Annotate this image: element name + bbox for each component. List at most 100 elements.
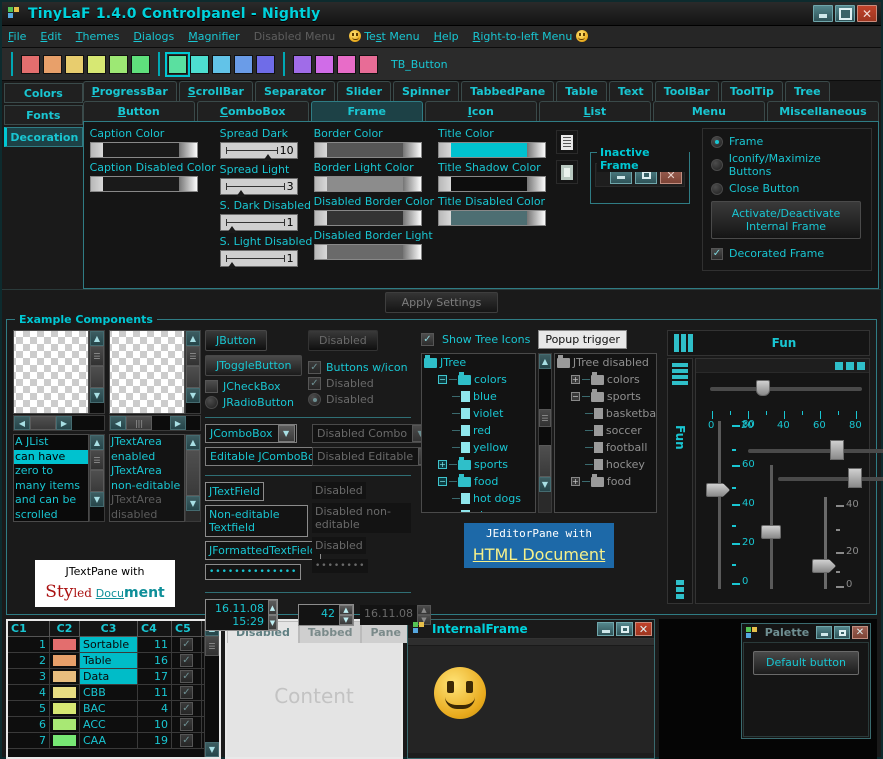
scroll-up-icon[interactable]: ▲ bbox=[186, 331, 200, 346]
scrollbar-thumb[interactable]: ☰ bbox=[186, 346, 200, 366]
hscrollbar-thumb[interactable] bbox=[30, 416, 56, 430]
jtree-enabled[interactable]: JTree − colors blue violet red yellow + sports − f… bbox=[421, 353, 536, 513]
internal-frame-titlebar[interactable]: InternalFrame ✕ bbox=[408, 620, 654, 638]
radio-frame-row[interactable]: Frame bbox=[711, 135, 863, 148]
cell-c5[interactable]: ✓ bbox=[172, 701, 202, 716]
tab-progressbar[interactable]: ProgressBar bbox=[82, 81, 177, 101]
toolbar-swatch[interactable] bbox=[131, 54, 150, 74]
slider-thumb[interactable] bbox=[756, 380, 770, 396]
scrollbar-thumb[interactable]: ☰ bbox=[90, 450, 104, 470]
scrollbar-track[interactable] bbox=[90, 403, 104, 413]
hscrollbar-track[interactable] bbox=[72, 416, 104, 430]
jradiobutton[interactable] bbox=[205, 396, 218, 409]
title-shadow-color-swatch[interactable] bbox=[438, 176, 546, 192]
number-spinner[interactable]: 42 ▲ ▼ bbox=[297, 604, 354, 626]
vertical-scrollbar[interactable]: ▲ ☰ ▼ bbox=[89, 330, 105, 414]
hscrollbar-track[interactable] bbox=[152, 416, 170, 430]
tab-text[interactable]: Text bbox=[608, 81, 653, 101]
table-column-header[interactable]: C1 bbox=[8, 621, 50, 636]
table-vertical-scrollbar[interactable]: ▲ ☰ ▼ bbox=[204, 621, 219, 757]
jcheckbox[interactable]: ✓ bbox=[205, 380, 218, 393]
scrollbar-block[interactable] bbox=[186, 366, 200, 388]
scroll-down-icon[interactable]: ▼ bbox=[90, 388, 104, 403]
horizontal-slider-2[interactable] bbox=[748, 440, 883, 460]
toolbar-swatch-selected[interactable] bbox=[165, 51, 190, 77]
horizontal-slider-1[interactable] bbox=[710, 380, 862, 396]
cell-c5[interactable]: ✓ bbox=[172, 733, 202, 748]
toolbar-grip-small-icon[interactable] bbox=[676, 580, 684, 599]
horizontal-scrollbar[interactable]: ◀ ||| ▶ bbox=[109, 415, 201, 431]
menu-edit[interactable]: Edit bbox=[40, 30, 61, 43]
tree-node[interactable]: − food bbox=[422, 473, 535, 490]
password-field[interactable]: •••••••••••••• bbox=[205, 564, 302, 580]
cell-c5[interactable]: ✓ bbox=[172, 717, 202, 732]
tree-node[interactable]: red bbox=[422, 422, 535, 439]
tab-frame[interactable]: Frame bbox=[310, 101, 423, 121]
maximize-icon[interactable] bbox=[834, 626, 850, 639]
scroll-down-icon[interactable]: ▼ bbox=[205, 742, 219, 757]
scroll-left-icon[interactable]: ◀ bbox=[14, 416, 30, 430]
toolbar-swatch[interactable] bbox=[359, 54, 378, 74]
spinner-down-icon[interactable]: ▼ bbox=[268, 615, 277, 630]
scroll-up-icon[interactable]: ▲ bbox=[90, 331, 104, 346]
tree-node[interactable]: blue bbox=[422, 388, 535, 405]
scroll-left-icon[interactable]: ◀ bbox=[110, 416, 126, 430]
tree-node[interactable]: violet bbox=[422, 405, 535, 422]
s-light-disabled-slider[interactable]: 1 bbox=[219, 250, 298, 269]
maximize-icon[interactable] bbox=[616, 622, 633, 636]
show-tree-icons-checkbox[interactable]: ✓ bbox=[421, 333, 434, 346]
scrollbar-block[interactable] bbox=[90, 470, 104, 492]
popup-trigger-button[interactable]: Popup trigger bbox=[538, 330, 627, 349]
close-icon[interactable]: ✕ bbox=[852, 626, 868, 639]
tab-miscellaneous[interactable]: Miscellaneous bbox=[766, 101, 879, 121]
list-item[interactable]: zero to bbox=[14, 464, 88, 479]
jtogglebutton[interactable]: JToggleButton bbox=[205, 355, 303, 376]
jtextarea[interactable]: JTextArea enabled JTextArea non-editable… bbox=[109, 434, 185, 522]
scrollbar-track[interactable] bbox=[539, 369, 551, 409]
scrollbar-block[interactable] bbox=[90, 366, 104, 388]
menu-help[interactable]: Help bbox=[434, 30, 459, 43]
toolbar-swatch[interactable] bbox=[212, 54, 231, 74]
scrollbar-track[interactable] bbox=[90, 507, 104, 521]
tab-separator[interactable]: Separator bbox=[254, 81, 335, 101]
toolbar-swatch[interactable] bbox=[256, 54, 275, 74]
toolbar-grip[interactable] bbox=[11, 52, 13, 76]
default-button[interactable]: Default button bbox=[753, 651, 859, 675]
menu-magnifier[interactable]: Magnifier bbox=[188, 30, 239, 43]
scroll-up-icon[interactable]: ▲ bbox=[186, 435, 200, 450]
jtextpane[interactable]: JTextPane with Styled Document bbox=[35, 560, 175, 607]
minimize-icon[interactable] bbox=[813, 5, 833, 22]
list-vertical-scrollbar[interactable]: ▲ ☰ ▼ bbox=[89, 434, 105, 522]
table-checkbox[interactable]: ✓ bbox=[180, 686, 193, 699]
table-column-header[interactable]: C2 bbox=[50, 621, 80, 636]
scrollbar-track[interactable] bbox=[539, 427, 551, 445]
table-row[interactable]: 6 ACC 10 ✓ bbox=[8, 717, 204, 733]
scroll-up-icon[interactable]: ▲ bbox=[539, 354, 551, 369]
number-spinner-value[interactable]: 42 bbox=[299, 605, 339, 625]
toolbar-swatch[interactable] bbox=[43, 54, 62, 74]
tree-node[interactable]: hot dogs bbox=[422, 490, 535, 507]
jbutton[interactable]: JButton bbox=[205, 330, 268, 351]
close-icon[interactable] bbox=[857, 5, 877, 22]
textarea-vertical-scrollbar[interactable]: ▲ ▼ bbox=[185, 434, 201, 522]
table-column-header[interactable]: C5 bbox=[172, 621, 202, 636]
cell-c5[interactable]: ✓ bbox=[172, 669, 202, 684]
jeditorpane[interactable]: JEditorPane with HTML Document bbox=[464, 523, 614, 568]
radio-iconify-icon[interactable] bbox=[711, 159, 723, 171]
minimize-icon[interactable] bbox=[597, 622, 614, 636]
table-row[interactable]: 2 Table 16 ✓ bbox=[8, 653, 204, 669]
radio-iconify-row[interactable]: Iconify/Maximize Buttons bbox=[711, 152, 863, 178]
copy-icon[interactable] bbox=[556, 130, 578, 154]
spread-light-slider[interactable]: 3 bbox=[219, 178, 298, 197]
spread-dark-slider[interactable]: 10 bbox=[219, 142, 298, 161]
tab-icon[interactable]: Icon bbox=[424, 101, 537, 121]
list-item[interactable]: and can be bbox=[14, 493, 88, 508]
datetime-spinner-value[interactable]: 16.11.08 15:29 bbox=[206, 600, 268, 630]
spinner-down-icon[interactable]: ▼ bbox=[338, 615, 353, 625]
radio-frame-icon[interactable] bbox=[711, 135, 723, 148]
toolbar-swatch[interactable] bbox=[87, 54, 106, 74]
border-color-swatch[interactable] bbox=[313, 142, 422, 158]
spinner-up-icon[interactable]: ▲ bbox=[338, 605, 353, 615]
jlist[interactable]: A JList can have zero to many items and … bbox=[13, 434, 89, 522]
tab-menu[interactable]: Menu bbox=[652, 101, 765, 121]
